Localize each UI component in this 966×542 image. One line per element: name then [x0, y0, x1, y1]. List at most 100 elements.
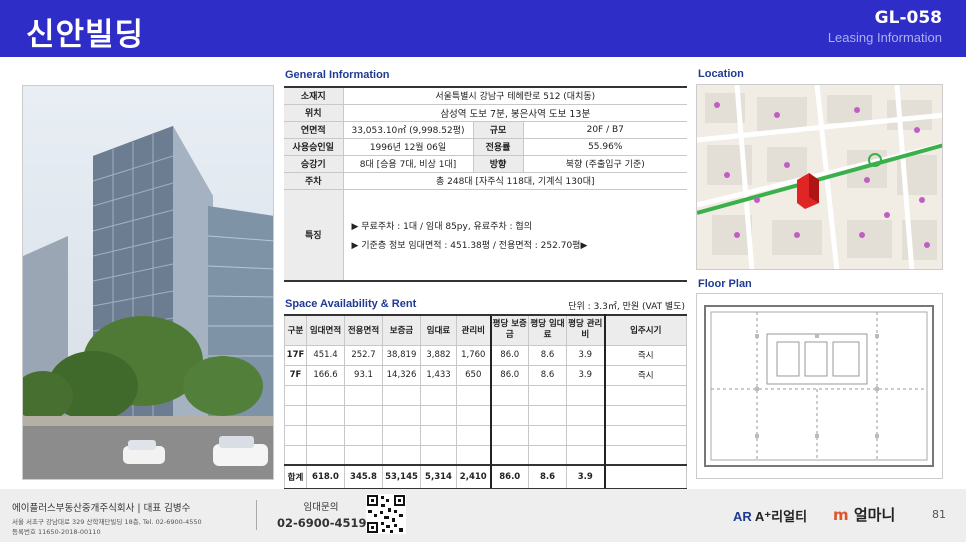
floor-plan-image[interactable]	[696, 293, 943, 479]
column-header: 관리비	[456, 314, 491, 346]
table-cell: 8.6	[528, 364, 567, 386]
table-row	[284, 444, 687, 466]
table-cell: 8.6	[528, 344, 567, 366]
direction-value: 북향 (주출입구 기준)	[523, 155, 687, 173]
column-header: 전용면적	[344, 314, 383, 346]
table-cell	[456, 384, 491, 406]
approval-value: 1996년 12월 06일	[343, 138, 473, 156]
page-number: 81	[932, 508, 946, 521]
registration-number: 등록번호 11650-2018-00110	[12, 528, 101, 536]
qr-code-icon[interactable]	[366, 494, 406, 534]
gfa-label: 연면적	[284, 121, 344, 139]
table-row	[284, 424, 687, 446]
building-title: 신안빌딩	[26, 17, 145, 53]
table-cell	[382, 424, 421, 446]
table-row: 17F 451.4 252.7 38,819 3,882 1,760 86.0 8.6 3.9 즉…	[284, 344, 687, 366]
total-cell: 86.0	[489, 464, 529, 490]
table-row: 사용승인일 1996년 12월 06일 전용률 55.96%	[284, 138, 687, 156]
table-cell	[489, 384, 529, 406]
inquiry-phone[interactable]: 02-6900-4519	[277, 516, 367, 530]
table-cell: 86.0	[489, 364, 529, 386]
table-cell: 252.7	[344, 344, 383, 366]
footer-divider	[256, 500, 257, 530]
location-map[interactable]	[696, 84, 943, 270]
table-cell	[528, 384, 567, 406]
gfa-value: 33,053.10㎡ (9,998.52평)	[343, 121, 473, 139]
table-cell	[382, 444, 421, 466]
address-value: 서울특별시 강남구 테헤란로 512 (대치동)	[343, 86, 687, 105]
table-header-row: 구분 임대면적 전용면적 보증금 임대료 관리비 평당 보증금 평당 임대료 평…	[284, 314, 687, 346]
table-cell: 7F	[284, 364, 307, 386]
parking-value: 총 248대 [자주식 118대, 기계식 130대]	[343, 172, 687, 190]
address-label: 소재지	[284, 86, 344, 105]
features-label: 특징	[284, 189, 344, 282]
total-cell: 8.6	[528, 464, 567, 490]
table-cell: 451.4	[306, 344, 345, 366]
scale-label: 규모	[472, 121, 524, 139]
table-cell: 1,433	[420, 364, 457, 386]
elevator-label: 승강기	[284, 155, 344, 173]
table-cell: 650	[456, 364, 491, 386]
table-cell	[284, 424, 307, 446]
rent-table: 구분 임대면적 전용면적 보증금 임대료 관리비 평당 보증금 평당 임대료 평…	[284, 314, 687, 490]
total-row: 합계 618.0 345.8 53,145 5,314 2,410 86.0 8…	[284, 464, 687, 490]
table-cell	[604, 384, 687, 406]
building-photo	[22, 85, 274, 480]
table-cell: 3,882	[420, 344, 457, 366]
table-cell	[528, 444, 567, 466]
table-cell	[284, 384, 307, 406]
table-cell	[456, 424, 491, 446]
table-cell	[604, 444, 687, 466]
table-cell	[306, 404, 345, 426]
table-row	[284, 384, 687, 406]
table-cell	[420, 424, 457, 446]
company-name: 에이플러스부동산중개주식회사 | 대표 김병수	[12, 503, 191, 514]
approval-label: 사용승인일	[284, 138, 344, 156]
table-cell	[344, 384, 383, 406]
scale-value: 20F / B7	[523, 121, 687, 139]
general-info-table: 소재지 서울특별시 강남구 테헤란로 512 (대치동) 위치 삼성역 도보 7…	[284, 86, 687, 282]
table-cell	[489, 404, 529, 426]
company-address: 서울 서초구 강남대로 329 산학재단빌딩 18층, Tel. 02-6900…	[12, 518, 202, 526]
table-row: 연면적 33,053.10㎡ (9,998.52평) 규모 20F / B7	[284, 121, 687, 139]
listing-code: GL-058	[874, 8, 942, 28]
column-header: 보증금	[382, 314, 421, 346]
table-cell	[306, 424, 345, 446]
column-header: 임대료	[420, 314, 457, 346]
table-cell	[306, 384, 345, 406]
total-cell: 2,410	[456, 464, 491, 490]
table-row: 위치 삼성역 도보 7분, 봉은사역 도보 13분	[284, 104, 687, 122]
location-title: Location	[698, 68, 744, 80]
features-cell: ▶ 무료주차 : 1대 / 임대 85py, 유료주차 : 협의 ▶ 기준층 정…	[343, 189, 687, 282]
table-row	[284, 404, 687, 426]
table-cell: 14,326	[382, 364, 421, 386]
total-cell: 합계	[284, 464, 307, 490]
footer: 에이플러스부동산중개주식회사 | 대표 김병수 서울 서초구 강남대로 329 …	[0, 489, 966, 542]
header-bar: 신안빌딩 GL-058 Leasing Information	[0, 0, 966, 57]
table-cell: 1,760	[456, 344, 491, 366]
total-cell: 345.8	[344, 464, 383, 490]
table-cell	[306, 444, 345, 466]
column-header: 평당 관리비	[566, 314, 606, 346]
table-cell	[420, 444, 457, 466]
efficiency-value: 55.96%	[523, 138, 687, 156]
table-cell: 즉시	[604, 344, 687, 366]
parking-label: 주차	[284, 172, 344, 190]
total-cell: 53,145	[382, 464, 421, 490]
efficiency-label: 전용률	[472, 138, 524, 156]
column-header: 임대면적	[306, 314, 345, 346]
table-cell	[604, 404, 687, 426]
table-cell	[489, 444, 529, 466]
table-row: 승강기 8대 [승용 7대, 비상 1대] 방향 북향 (주출입구 기준)	[284, 155, 687, 173]
table-cell: 38,819	[382, 344, 421, 366]
general-info-title: General Information	[285, 69, 390, 81]
column-header: 평당 임대료	[528, 314, 567, 346]
unit-note: 단위 : 3.3㎡, 만원 (VAT 별도)	[568, 302, 685, 312]
table-cell: 93.1	[344, 364, 383, 386]
column-header: 구분	[284, 314, 307, 346]
total-cell: 5,314	[420, 464, 457, 490]
location-value: 삼성역 도보 7분, 봉은사역 도보 13분	[343, 104, 687, 122]
a-plus-realty-logo: AR A⁺리얼티	[733, 509, 808, 524]
elevator-value: 8대 [승용 7대, 비상 1대]	[343, 155, 473, 173]
inquiry-label: 임대문의	[303, 502, 339, 513]
